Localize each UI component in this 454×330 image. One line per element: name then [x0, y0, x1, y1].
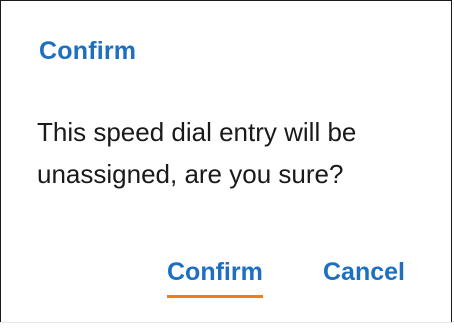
confirm-button[interactable]: Confirm	[167, 258, 263, 298]
dialog-title: Confirm	[39, 37, 137, 65]
dialog-message: This speed dial entry will be unassigned…	[37, 117, 357, 189]
dialog-actions: Confirm Cancel	[1, 258, 453, 308]
confirm-dialog: Confirm This speed dial entry will be un…	[0, 0, 452, 322]
cancel-button[interactable]: Cancel	[323, 258, 405, 287]
